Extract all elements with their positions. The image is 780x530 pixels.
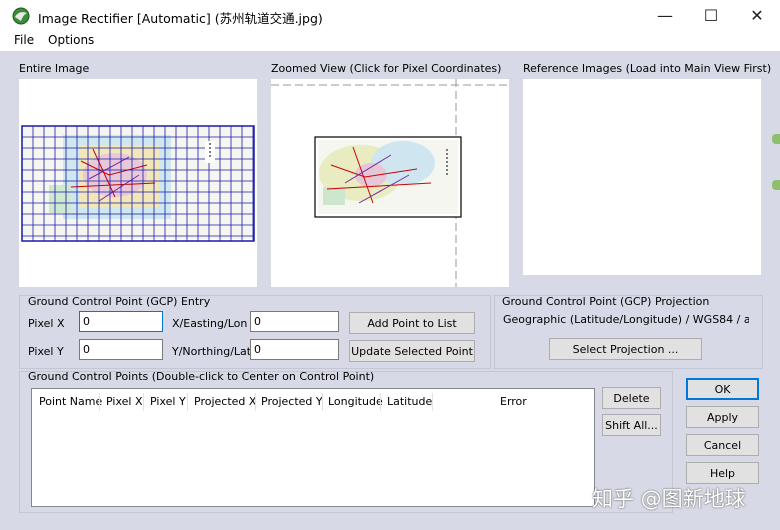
col-pixel-y[interactable]: Pixel Y — [150, 395, 186, 408]
entire-image-panel[interactable] — [19, 79, 257, 287]
col-divider[interactable] — [380, 393, 381, 411]
menu-file[interactable]: File — [14, 33, 34, 47]
projection-value: Geographic (Latitude/Longitude) / WGS84 … — [503, 313, 749, 326]
pixel-y-label: Pixel Y — [28, 345, 64, 358]
window-title: Image Rectifier [Automatic] (苏州轨道交通.jpg) — [38, 11, 323, 26]
menu-bar: File Options — [0, 31, 780, 51]
delete-button[interactable]: Delete — [602, 387, 661, 409]
entire-image-label: Entire Image — [19, 62, 90, 75]
watermark-text: 知乎 @图新地球 — [592, 487, 746, 511]
close-icon: ✕ — [750, 6, 764, 25]
help-button[interactable]: Help — [686, 462, 759, 484]
apply-button[interactable]: Apply — [686, 406, 759, 428]
gcp-entry-title: Ground Control Point (GCP) Entry — [28, 295, 211, 308]
y-northing-lat-input[interactable] — [250, 339, 339, 360]
shift-all-button[interactable]: Shift All... — [602, 414, 661, 436]
reference-images-label: Reference Images (Load into Main View Fi… — [523, 62, 772, 75]
col-point-name[interactable]: Point Name — [39, 395, 102, 408]
ok-button[interactable]: OK — [686, 378, 759, 400]
y-northing-lat-label: Y/Northing/Lat — [172, 345, 252, 358]
col-divider[interactable] — [143, 393, 144, 411]
col-latitude[interactable]: Latitude — [387, 395, 432, 408]
title-bar[interactable]: Image Rectifier [Automatic] (苏州轨道交通.jpg)… — [0, 0, 780, 31]
pixel-x-input[interactable] — [79, 311, 163, 332]
close-button[interactable]: ✕ — [734, 0, 780, 31]
menu-options[interactable]: Options — [48, 33, 94, 47]
col-pixel-x[interactable]: Pixel X — [106, 395, 142, 408]
col-divider[interactable] — [432, 393, 433, 411]
minimize-icon: — — [657, 6, 673, 25]
maximize-button[interactable]: ☐ — [688, 0, 734, 31]
globe-app-icon — [12, 7, 30, 25]
zoomed-view-label: Zoomed View (Click for Pixel Coordinates… — [271, 62, 502, 75]
maximize-icon: ☐ — [703, 6, 719, 25]
projection-value-clip: Geographic (Latitude/Longitude) / WGS84 … — [503, 313, 749, 329]
x-easting-lon-input[interactable] — [250, 311, 339, 332]
image-rectifier-window: Image Rectifier [Automatic] (苏州轨道交通.jpg)… — [0, 0, 780, 530]
decoration-mark — [772, 180, 780, 190]
col-error[interactable]: Error — [500, 395, 527, 408]
col-divider[interactable] — [322, 393, 323, 411]
background-decoration — [772, 130, 780, 200]
add-point-button[interactable]: Add Point to List — [349, 312, 475, 334]
gcp-list-title: Ground Control Points (Double-click to C… — [28, 370, 375, 383]
pixel-x-label: Pixel X — [28, 317, 65, 330]
update-selected-point-button[interactable]: Update Selected Point — [349, 340, 475, 362]
col-divider[interactable] — [255, 393, 256, 411]
reference-images-panel[interactable] — [523, 79, 761, 275]
col-longitude[interactable]: Longitude — [328, 395, 383, 408]
col-projected-y[interactable]: Projected Y — [261, 395, 323, 408]
entire-image-map — [19, 123, 257, 243]
pixel-y-input[interactable] — [79, 339, 163, 360]
x-easting-lon-label: X/Easting/Lon — [172, 317, 248, 330]
select-projection-button[interactable]: Select Projection ... — [549, 338, 702, 360]
gcp-projection-title: Ground Control Point (GCP) Projection — [502, 295, 710, 308]
decoration-mark — [772, 134, 780, 144]
cancel-button[interactable]: Cancel — [686, 434, 759, 456]
zoomed-view-panel[interactable] — [271, 79, 509, 287]
zoomed-view-map — [271, 79, 509, 287]
minimize-button[interactable]: — — [642, 0, 688, 31]
client-area: Entire Image Zoomed View (Click for Pixe… — [0, 51, 780, 530]
col-projected-x[interactable]: Projected X — [194, 395, 256, 408]
gcp-list[interactable]: Point Name Pixel X Pixel Y Projected X P… — [31, 388, 595, 507]
col-divider[interactable] — [99, 393, 100, 411]
col-divider[interactable] — [187, 393, 188, 411]
